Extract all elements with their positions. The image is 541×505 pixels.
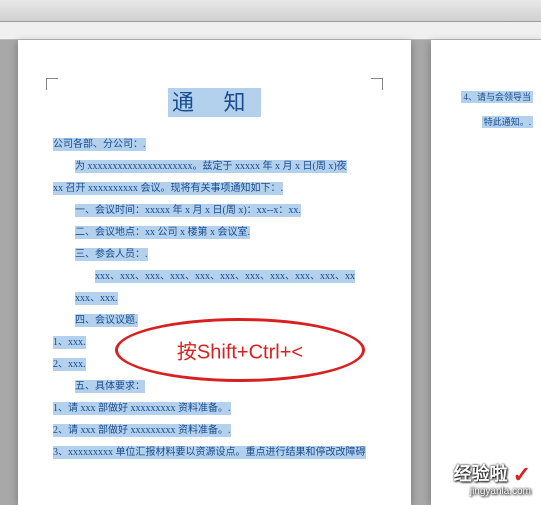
line-item-5[interactable]: 五、具体要求： (53, 377, 376, 396)
toolbar[interactable] (0, 0, 541, 22)
line-item-2[interactable]: 二、会议地点：xx 公司 x 楼第 x 会议室. (53, 223, 376, 242)
line-item-3[interactable]: 三、参会人员：. (53, 245, 376, 264)
line-departments[interactable]: 公司各部、分公司：. (53, 135, 376, 154)
line-item-5-3[interactable]: 3、xxxxxxxxx 单位汇报材料要以资源设点。重点进行结果和停改改障碍 (53, 443, 376, 462)
side-line-1[interactable]: 4、请与会领导当 (439, 85, 533, 110)
margin-corner-tl (46, 78, 58, 90)
side-line-2[interactable]: 特此通知。. (439, 110, 533, 135)
margin-corner-tr (371, 78, 383, 90)
document-page[interactable]: 通 知 公司各部、分公司：. 为 xxxxxxxxxxxxxxxxxxxxx。兹… (18, 40, 411, 505)
workspace: 通 知 公司各部、分公司：. 为 xxxxxxxxxxxxxxxxxxxxx。兹… (0, 40, 541, 505)
line-item-5-1[interactable]: 1、请 xxx 部做好 xxxxxxxxx 资料准备。. (53, 399, 376, 418)
line-item-4[interactable]: 四、会议议题. (53, 311, 376, 330)
line-names-1[interactable]: xxx、xxx、xxx、xxx、xxx、xxx、xxx、xxx、xxx、xxx、… (53, 267, 376, 286)
line-item-4-1[interactable]: 1、xxx. (53, 333, 376, 352)
line-item-5-2[interactable]: 2、请 xxx 部做好 xxxxxxxxx 资料准备。. (53, 421, 376, 440)
document-page-next[interactable]: 4、请与会领导当 特此通知。. (431, 40, 541, 505)
title-text: 通 知 (168, 88, 262, 117)
ruler (0, 22, 541, 40)
line-item-1[interactable]: 一、会议时间：xxxxx 年 x 月 x 日(周 x)：xx--x：xx. (53, 201, 376, 220)
document-title[interactable]: 通 知 (53, 85, 376, 117)
line-item-4-2[interactable]: 2、xxx. (53, 355, 376, 374)
line-intro-1[interactable]: 为 xxxxxxxxxxxxxxxxxxxxx。兹定于 xxxxx 年 x 月 … (53, 157, 376, 176)
line-intro-2[interactable]: xx 召开 xxxxxxxxxx 会议。现将有关事项通知如下：. (53, 179, 376, 198)
line-names-2[interactable]: xxx、xxx. (53, 289, 376, 308)
